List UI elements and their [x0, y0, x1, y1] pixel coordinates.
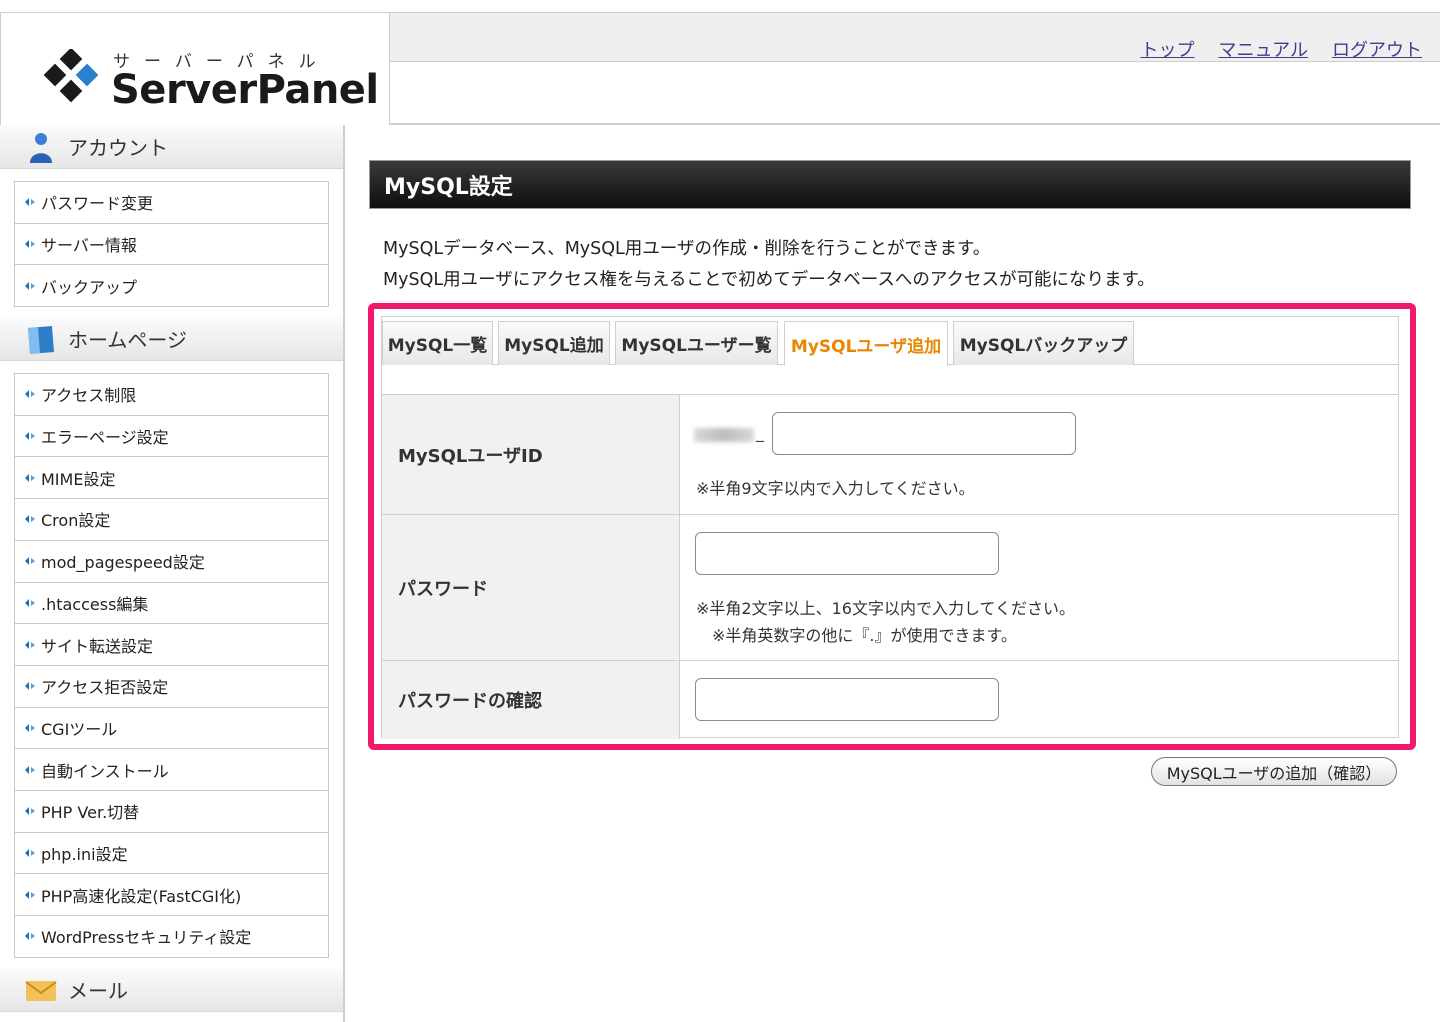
mysql-panel: MySQL一覧 MySQL追加 MySQLユーザー覧 MySQLユーザ追加 My… — [381, 316, 1399, 739]
sidebar-item-php-fastcgi[interactable]: PHP高速化設定(FastCGI化) — [15, 874, 328, 916]
password-confirm-label: パスワードの確認 — [382, 661, 680, 739]
page-description: MySQLデータベース、MySQL用ユーザの作成・削除を行うことができます。 M… — [383, 234, 1155, 296]
arrow-icon — [25, 432, 35, 441]
book-icon — [28, 326, 54, 355]
user-add-form: MySQLユーザID _ ※半角9文字以内で入力してください。 パスワード ※半… — [382, 394, 1398, 739]
arrow-icon — [25, 557, 35, 566]
arrow-icon — [25, 240, 35, 249]
arrow-icon — [25, 390, 35, 399]
sidebar-item-wp-security[interactable]: WordPressセキュリティ設定 — [15, 916, 328, 958]
row-user-id: MySQLユーザID _ ※半角9文字以内で入力してください。 — [382, 395, 1398, 515]
tab-mysql-backup[interactable]: MySQLバックアップ — [953, 321, 1134, 365]
section-title: アカウント — [68, 136, 168, 160]
tab-mysql-user-add[interactable]: MySQLユーザ追加 — [784, 321, 948, 366]
sidebar-item-htaccess[interactable]: .htaccess編集 — [15, 582, 328, 625]
password-field-cell: ※半角2文字以上、16文字以内で入力してください。 ※半角英数字の他に『.』が使… — [680, 515, 1398, 660]
arrow-icon — [25, 515, 35, 524]
tab-mysql-list[interactable]: MySQL一覧 — [382, 321, 493, 365]
menu-account: パスワード変更 サーバー情報 バックアップ — [14, 181, 329, 308]
section-mail: メール — [0, 967, 343, 1012]
user-id-label: MySQLユーザID — [382, 395, 680, 514]
menu-homepage: アクセス制限 エラーページ設定 MIME設定 Cron設定 mod_pagesp… — [14, 373, 329, 958]
user-id-input[interactable] — [772, 412, 1076, 455]
arrow-icon — [25, 807, 35, 816]
sidebar-item-cgi-tool[interactable]: CGIツール — [15, 707, 328, 750]
sidebar-item-auto-install[interactable]: 自動インストール — [15, 749, 328, 791]
sidebar: アカウント パスワード変更 サーバー情報 バックアップ ホームページ アクセス制… — [0, 125, 345, 1022]
sidebar-item-password-change[interactable]: パスワード変更 — [15, 182, 328, 224]
sidebar-item-backup[interactable]: バックアップ — [15, 265, 328, 308]
top-links: トップ マニュアル ログアウト — [1141, 36, 1422, 62]
password-note-chars: ※半角英数字の他に『.』が使用できます。 — [712, 626, 1017, 645]
user-id-prefix — [694, 428, 754, 442]
sidebar-item-mime[interactable]: MIME設定 — [15, 457, 328, 500]
arrow-icon — [25, 890, 35, 899]
password-input[interactable] — [695, 532, 999, 575]
sidebar-item-site-redirect[interactable]: サイト転送設定 — [15, 624, 328, 666]
logo[interactable]: サーバーパネル ServerPanel — [0, 12, 390, 125]
user-id-field-cell: _ ※半角9文字以内で入力してください。 — [680, 395, 1398, 514]
sidebar-item-access-deny[interactable]: アクセス拒否設定 — [15, 665, 328, 708]
arrow-icon — [25, 848, 35, 857]
envelope-icon — [25, 980, 57, 1001]
add-user-confirm-button[interactable]: MySQLユーザの追加（確認） — [1151, 757, 1397, 786]
sidebar-item-error-page[interactable]: エラーページ設定 — [15, 415, 328, 458]
sidebar-item-php-version[interactable]: PHP Ver.切替 — [15, 790, 328, 833]
user-icon — [30, 133, 52, 163]
arrow-icon — [25, 198, 35, 207]
page-title: MySQL設定 — [369, 160, 1411, 209]
top-nav-bar: トップ マニュアル ログアウト — [390, 12, 1440, 62]
sidebar-item-cron[interactable]: Cron設定 — [15, 499, 328, 541]
logo-diamond-icon — [43, 49, 99, 103]
row-password-confirm: パスワードの確認 — [382, 661, 1398, 739]
top-link-logout[interactable]: ログアウト — [1332, 36, 1422, 62]
tab-mysql-user-list[interactable]: MySQLユーザー覧 — [615, 321, 778, 365]
top-link-manual[interactable]: マニュアル — [1219, 36, 1308, 62]
sidebar-item-server-info[interactable]: サーバー情報 — [15, 223, 328, 266]
sidebar-item-php-ini[interactable]: php.ini設定 — [15, 832, 328, 875]
description-line: MySQL用ユーザにアクセス権を与えることで初めてデータベースへのアクセスが可能… — [383, 270, 1155, 290]
password-confirm-field-cell — [680, 661, 1398, 739]
arrow-icon — [25, 473, 35, 482]
arrow-icon — [25, 682, 35, 691]
arrow-icon — [25, 723, 35, 732]
row-password: パスワード ※半角2文字以上、16文字以内で入力してください。 ※半角英数字の他… — [382, 515, 1398, 661]
sidebar-item-access-limit[interactable]: アクセス制限 — [15, 374, 328, 416]
user-id-prefix-separator: _ — [756, 423, 764, 442]
password-note-length: ※半角2文字以上、16文字以内で入力してください。 — [696, 599, 1075, 618]
section-account: アカウント — [0, 125, 343, 169]
section-title: ホームページ — [68, 328, 187, 353]
header: サーバーパネル ServerPanel トップ マニュアル ログアウト — [0, 0, 1440, 125]
arrow-icon — [25, 932, 35, 941]
arrow-icon — [25, 281, 35, 290]
top-link-home[interactable]: トップ — [1141, 36, 1195, 62]
tab-bar: MySQL一覧 MySQL追加 MySQLユーザー覧 MySQLユーザ追加 My… — [382, 321, 1398, 366]
section-title: メール — [68, 978, 128, 1003]
password-confirm-input[interactable] — [695, 678, 999, 721]
password-label: パスワード — [382, 515, 680, 660]
sidebar-item-mod-pagespeed[interactable]: mod_pagespeed設定 — [15, 540, 328, 583]
section-homepage: ホームページ — [0, 317, 343, 362]
arrow-icon — [25, 765, 35, 774]
user-id-note: ※半角9文字以内で入力してください。 — [696, 479, 975, 498]
description-line: MySQLデータベース、MySQL用ユーザの作成・削除を行うことができます。 — [383, 239, 991, 259]
tab-mysql-add[interactable]: MySQL追加 — [498, 321, 610, 365]
logo-text: ServerPanel — [111, 67, 379, 113]
arrow-icon — [25, 640, 35, 649]
arrow-icon — [25, 598, 35, 607]
